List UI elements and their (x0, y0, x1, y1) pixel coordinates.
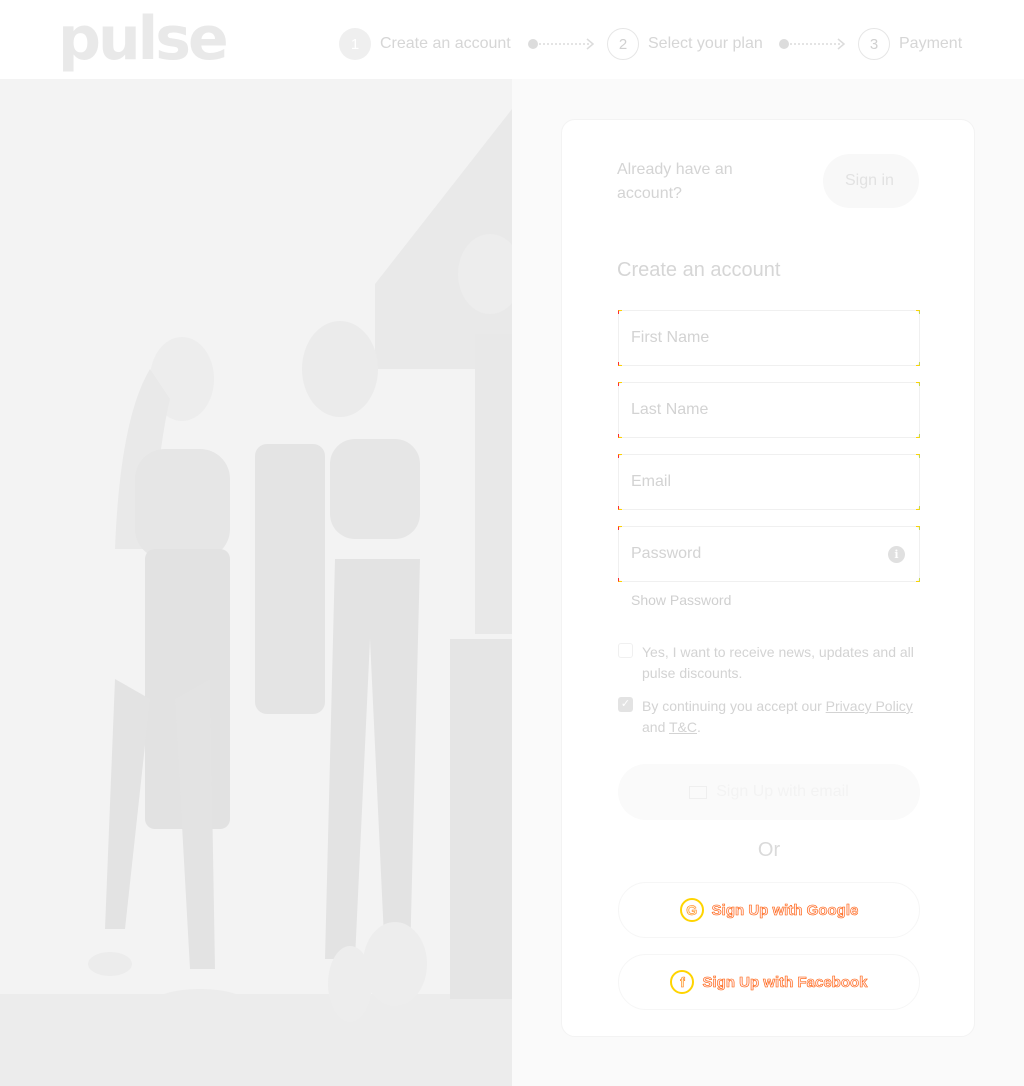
step-connector-arrow (779, 38, 846, 50)
step-number: 2 (607, 28, 639, 60)
step-payment: 3 Payment (858, 28, 962, 60)
last-name-input[interactable] (619, 383, 859, 437)
show-password-link[interactable]: Show Password (631, 592, 731, 608)
step-number: 1 (339, 28, 371, 60)
mail-icon (689, 785, 708, 799)
top-header: pulse 1 Create an account 2 Select your … (0, 0, 1024, 79)
sign-up-email-label: Sign Up with email (716, 783, 849, 800)
pulse-logo[interactable]: pulse (58, 4, 229, 74)
sign-up-email-button[interactable]: Sign Up with email (618, 764, 920, 820)
hero-fitness-photo (0, 79, 512, 1086)
step-create-account: 1 Create an account (339, 28, 511, 60)
newsletter-option: Yes, I want to receive news, updates and… (618, 642, 917, 684)
hero-illustration (0, 79, 512, 1086)
sign-up-google-button[interactable]: G Sign Up with Google (618, 882, 920, 938)
step-label: Payment (899, 35, 963, 52)
email-input[interactable] (619, 455, 859, 509)
first-name-input[interactable] (619, 311, 859, 365)
or-divider: Or (757, 839, 781, 861)
step-label: Select your plan (648, 35, 763, 52)
sign-in-button[interactable]: Sign in (823, 154, 919, 208)
terms-label: By continuing you accept our Privacy Pol… (642, 698, 913, 735)
info-icon[interactable]: i (888, 546, 905, 563)
form-title: Create an account (617, 259, 781, 281)
step-number: 3 (858, 28, 890, 60)
google-icon: G (679, 898, 704, 922)
terms-checkbox[interactable]: ✓ (618, 697, 633, 712)
terms-option: ✓ By continuing you accept our Privacy P… (618, 696, 917, 738)
step-label: Create an account (380, 35, 511, 52)
last-name-field[interactable] (618, 382, 920, 438)
sign-up-facebook-button[interactable]: f Sign Up with Facebook (618, 954, 920, 1010)
facebook-icon: f (670, 970, 695, 994)
step-select-plan: 2 Select your plan (607, 28, 763, 60)
password-input[interactable] (619, 527, 859, 581)
password-field[interactable]: i (618, 526, 920, 582)
newsletter-checkbox[interactable] (618, 643, 633, 658)
step-connector-arrow (528, 38, 595, 50)
sign-up-facebook-label: Sign Up with Facebook (702, 973, 868, 991)
privacy-policy-link[interactable]: Privacy Policy (826, 698, 913, 714)
terms-link[interactable]: T&C (669, 719, 697, 735)
sign-up-google-label: Sign Up with Google (711, 901, 859, 919)
newsletter-label: Yes, I want to receive news, updates and… (642, 644, 914, 681)
signup-card: Already have an account? Sign in Create … (561, 119, 975, 1037)
email-field[interactable] (618, 454, 920, 510)
first-name-field[interactable] (618, 310, 920, 366)
already-have-account-text: Already have an account? (617, 161, 733, 202)
